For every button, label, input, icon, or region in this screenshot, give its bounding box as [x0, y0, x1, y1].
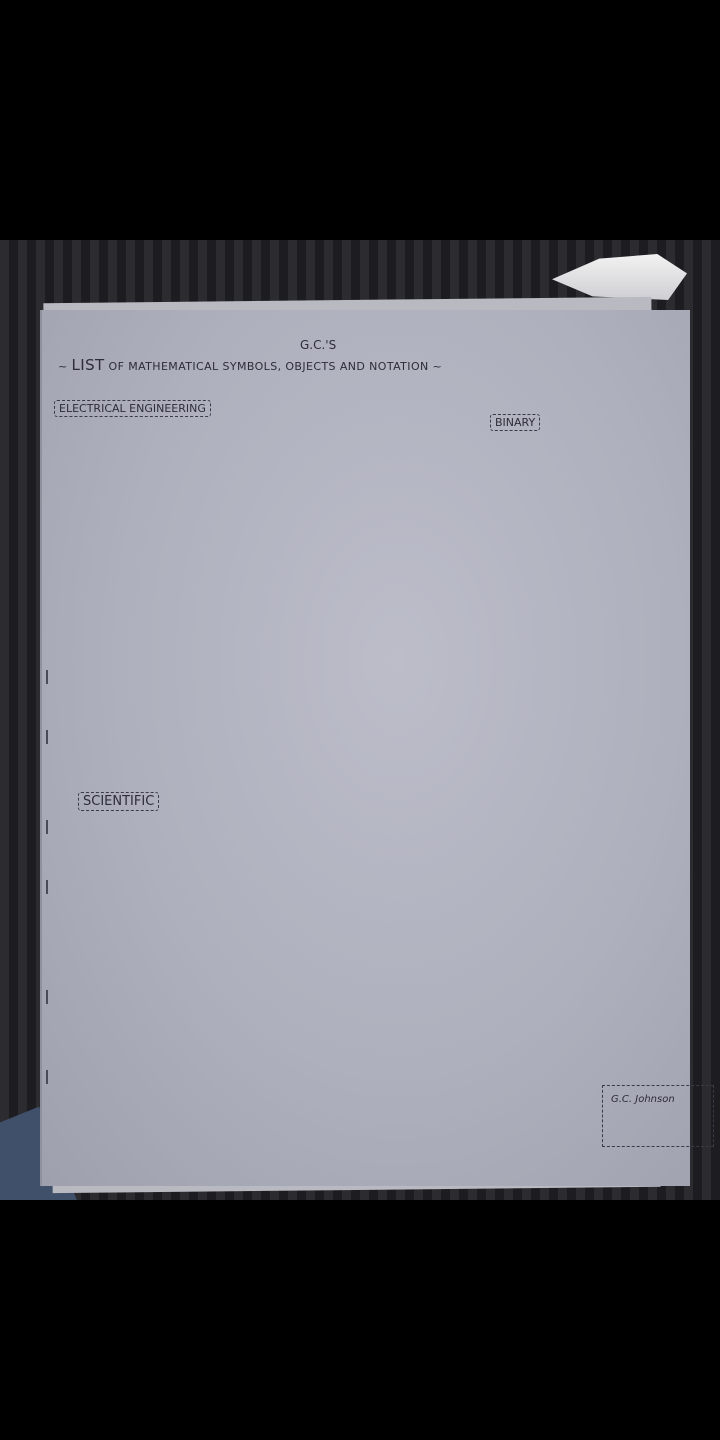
section-electrical-engineering: ELECTRICAL ENGINEERING [54, 400, 211, 417]
page-title: ~ LIST OF MATHEMATICAL SYMBOLS, OBJECTS … [58, 356, 442, 374]
margin-marks [42, 670, 60, 1150]
signature: G.C. Johnson [611, 1094, 675, 1105]
section-scientific: SCIENTIFIC [78, 792, 160, 811]
tissue-paper [552, 254, 687, 300]
title-prefix: ~ [58, 360, 68, 373]
author-mark: G.C.'S [300, 338, 337, 352]
image-viewer: G.C.'S ~ LIST OF MATHEMATICAL SYMBOLS, O… [0, 0, 720, 1440]
photo: G.C.'S ~ LIST OF MATHEMATICAL SYMBOLS, O… [0, 240, 720, 1200]
margin-mark [46, 730, 48, 744]
margin-mark [46, 1070, 48, 1084]
margin-mark [46, 990, 48, 1004]
margin-mark [46, 820, 48, 834]
section-binary: BINARY [490, 414, 541, 431]
title-rest: OF MATHEMATICAL SYMBOLS, OBJECTS AND NOT… [108, 360, 443, 373]
margin-mark [46, 880, 48, 894]
margin-mark [46, 670, 48, 684]
signature-box: G.C. Johnson [602, 1085, 714, 1147]
handwritten-page: G.C.'S ~ LIST OF MATHEMATICAL SYMBOLS, O… [40, 310, 714, 1186]
title-list: LIST [71, 356, 105, 374]
